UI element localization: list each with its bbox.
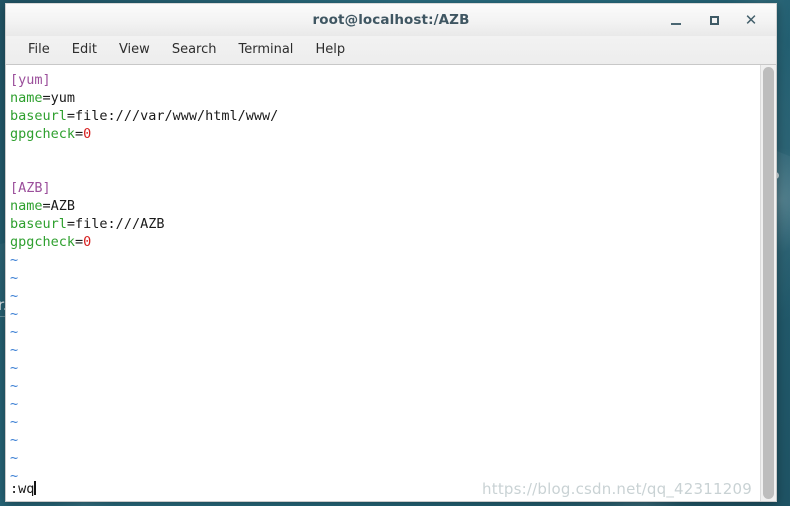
vim-empty-line-marker: ~ [10,395,760,413]
maximize-button[interactable] [699,4,729,37]
maximize-icon [709,16,719,25]
vim-empty-line-marker: ~ [10,359,760,377]
close-button[interactable]: ✕ [736,4,766,37]
text-cursor [34,481,37,495]
menu-bar: File Edit View Search Terminal Help [5,36,777,65]
ini-equals: = [75,234,84,250]
title-bar[interactable]: root@localhost:/AZB ✕ [5,3,777,36]
ini-value: AZB [50,198,76,214]
ini-key-value-line: name=yum [10,89,760,107]
tilde-marker: ~ [10,342,19,358]
vim-empty-line-marker: ~ [10,449,760,467]
vim-empty-line-marker: ~ [10,251,760,269]
minimize-button[interactable] [661,4,691,37]
ini-value: yum [50,90,76,106]
tilde-marker: ~ [10,360,19,376]
ini-equals: = [42,90,51,106]
ini-value: file:///AZB [75,216,165,232]
ini-key: baseurl [10,108,67,124]
vim-empty-line-marker: ~ [10,287,760,305]
ini-section-header: [AZB] [10,179,760,197]
ini-key-value-line: gpgcheck=0 [10,125,760,143]
ini-key: name [10,198,43,214]
tilde-marker: ~ [10,288,19,304]
vim-empty-line-marker: ~ [10,377,760,395]
scrollbar-thumb[interactable] [763,67,774,499]
editor-buffer: [yum] name=yum baseurl=file:///var/www/htm… [10,71,760,485]
ini-key: gpgcheck [10,126,76,142]
terminal-body: [yum] name=yum baseurl=file:///var/www/htm… [5,65,777,502]
ini-equals: = [66,108,76,124]
tilde-marker: ~ [10,450,19,466]
vim-empty-line-marker: ~ [10,413,760,431]
terminal-screen[interactable]: [yum] name=yum baseurl=file:///var/www/htm… [6,65,760,501]
ini-value: 0 [83,126,92,142]
menu-item-search[interactable]: Search [162,39,227,61]
minimize-icon [671,22,681,25]
close-icon: ✕ [744,11,758,29]
ini-key: gpgcheck [10,234,76,250]
ini-key-value-line: gpgcheck=0 [10,233,760,251]
menu-item-file[interactable]: File [18,39,60,61]
ini-key: baseurl [10,216,67,232]
section-name: [AZB] [10,180,51,196]
ini-equals: = [42,198,51,214]
vim-empty-line-marker: ~ [10,431,760,449]
ini-equals: = [66,216,76,232]
vim-command-text: :wq [10,481,35,497]
menu-item-terminal[interactable]: Terminal [228,39,303,61]
vertical-scrollbar[interactable] [760,65,776,501]
tilde-marker: ~ [10,432,19,448]
ini-section-header: [yum] [10,71,760,89]
ini-key-value-line: name=AZB [10,197,760,215]
terminal-window: root@localhost:/AZB ✕ File Edit View Search… [5,3,777,502]
vim-empty-line-marker: ~ [10,341,760,359]
vim-command-line[interactable]: :wq [10,480,760,499]
ini-key-value-line: baseurl=file:///var/www/html/www/ [10,107,760,125]
vim-empty-line-marker: ~ [10,269,760,287]
ini-value: file:///var/www/html/www/ [75,108,279,124]
tilde-marker: ~ [10,252,19,268]
tilde-marker: ~ [10,396,19,412]
ini-key: name [10,90,43,106]
section-name: [yum] [10,72,51,88]
vim-empty-line-marker: ~ [10,305,760,323]
tilde-marker: ~ [10,324,19,340]
tilde-marker: ~ [10,414,19,430]
menu-item-edit[interactable]: Edit [62,39,107,61]
tilde-marker: ~ [10,270,19,286]
ini-value: 0 [83,234,92,250]
tilde-marker: ~ [10,306,19,322]
ini-equals: = [75,126,84,142]
menu-item-view[interactable]: View [109,39,160,61]
vim-empty-line-marker: ~ [10,323,760,341]
menu-item-help[interactable]: Help [305,39,355,61]
ini-key-value-line: baseurl=file:///AZB [10,215,760,233]
tilde-marker: ~ [10,378,19,394]
